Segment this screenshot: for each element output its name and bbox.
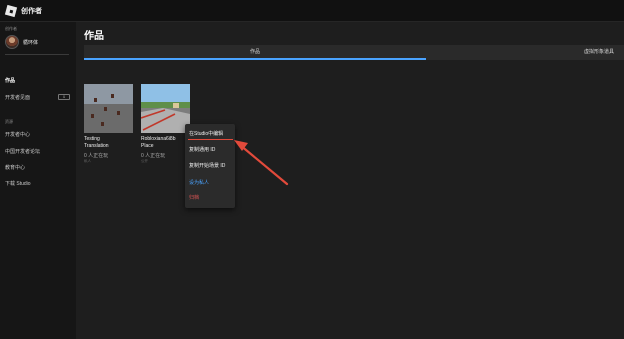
sidebar-divider [5,54,69,55]
menu-item-make-private[interactable]: 设为私人 [189,179,209,186]
main-content [76,22,624,339]
menu-item-archive[interactable]: 归档 [189,194,199,201]
experience-title[interactable]: Testing Translation [84,136,136,150]
sidebar-link-education-hub[interactable]: 教育中心 [5,164,25,171]
top-bar: 创作者 [0,0,624,22]
annotation-underline [188,139,233,140]
page-title: 作品 [84,31,104,42]
sidebar-link-download-studio[interactable]: 下载 Studio [5,180,31,187]
privacy-status: 私人 [84,159,91,163]
beta-badge: ß [58,94,70,100]
context-menu: 在Studio中编辑 复制通用 ID 复制开始场景 ID 设为私人 归档 [185,124,235,208]
roblox-logo-icon[interactable] [4,4,18,18]
player-count: 0 人正在玩 [84,153,109,159]
sidebar-link-developer-hub[interactable]: 开发者中心 [5,131,30,138]
experience-thumbnail[interactable] [141,84,190,133]
menu-item-copy-universe-id[interactable]: 复制通用 ID [189,146,215,153]
resources-label: 资源 [5,119,13,124]
sidebar-item-developer-exchange[interactable]: 开发者见面 [5,94,30,101]
tab-avatar-items[interactable]: 虚拟形象道具 [524,45,624,60]
app-title: 创作者 [21,8,42,15]
menu-item-edit-in-studio[interactable]: 在Studio中编辑 [189,130,223,137]
tab-bar: 作品 虚拟形象道具 [84,45,624,60]
sidebar-item-creations[interactable]: 作品 [5,77,15,84]
privacy-status: 公开 [141,159,148,163]
username[interactable]: 循环体 [23,39,38,46]
player-count: 0 人正在玩 [141,153,166,159]
active-tab-indicator [84,58,426,60]
sidebar-link-china-forum[interactable]: 中国开发者论坛 [5,148,40,155]
menu-item-copy-start-place-id[interactable]: 复制开始场景 ID [189,162,225,169]
creator-label: 创作者 [5,26,17,31]
experience-thumbnail[interactable] [84,84,133,133]
avatar[interactable] [5,35,19,49]
